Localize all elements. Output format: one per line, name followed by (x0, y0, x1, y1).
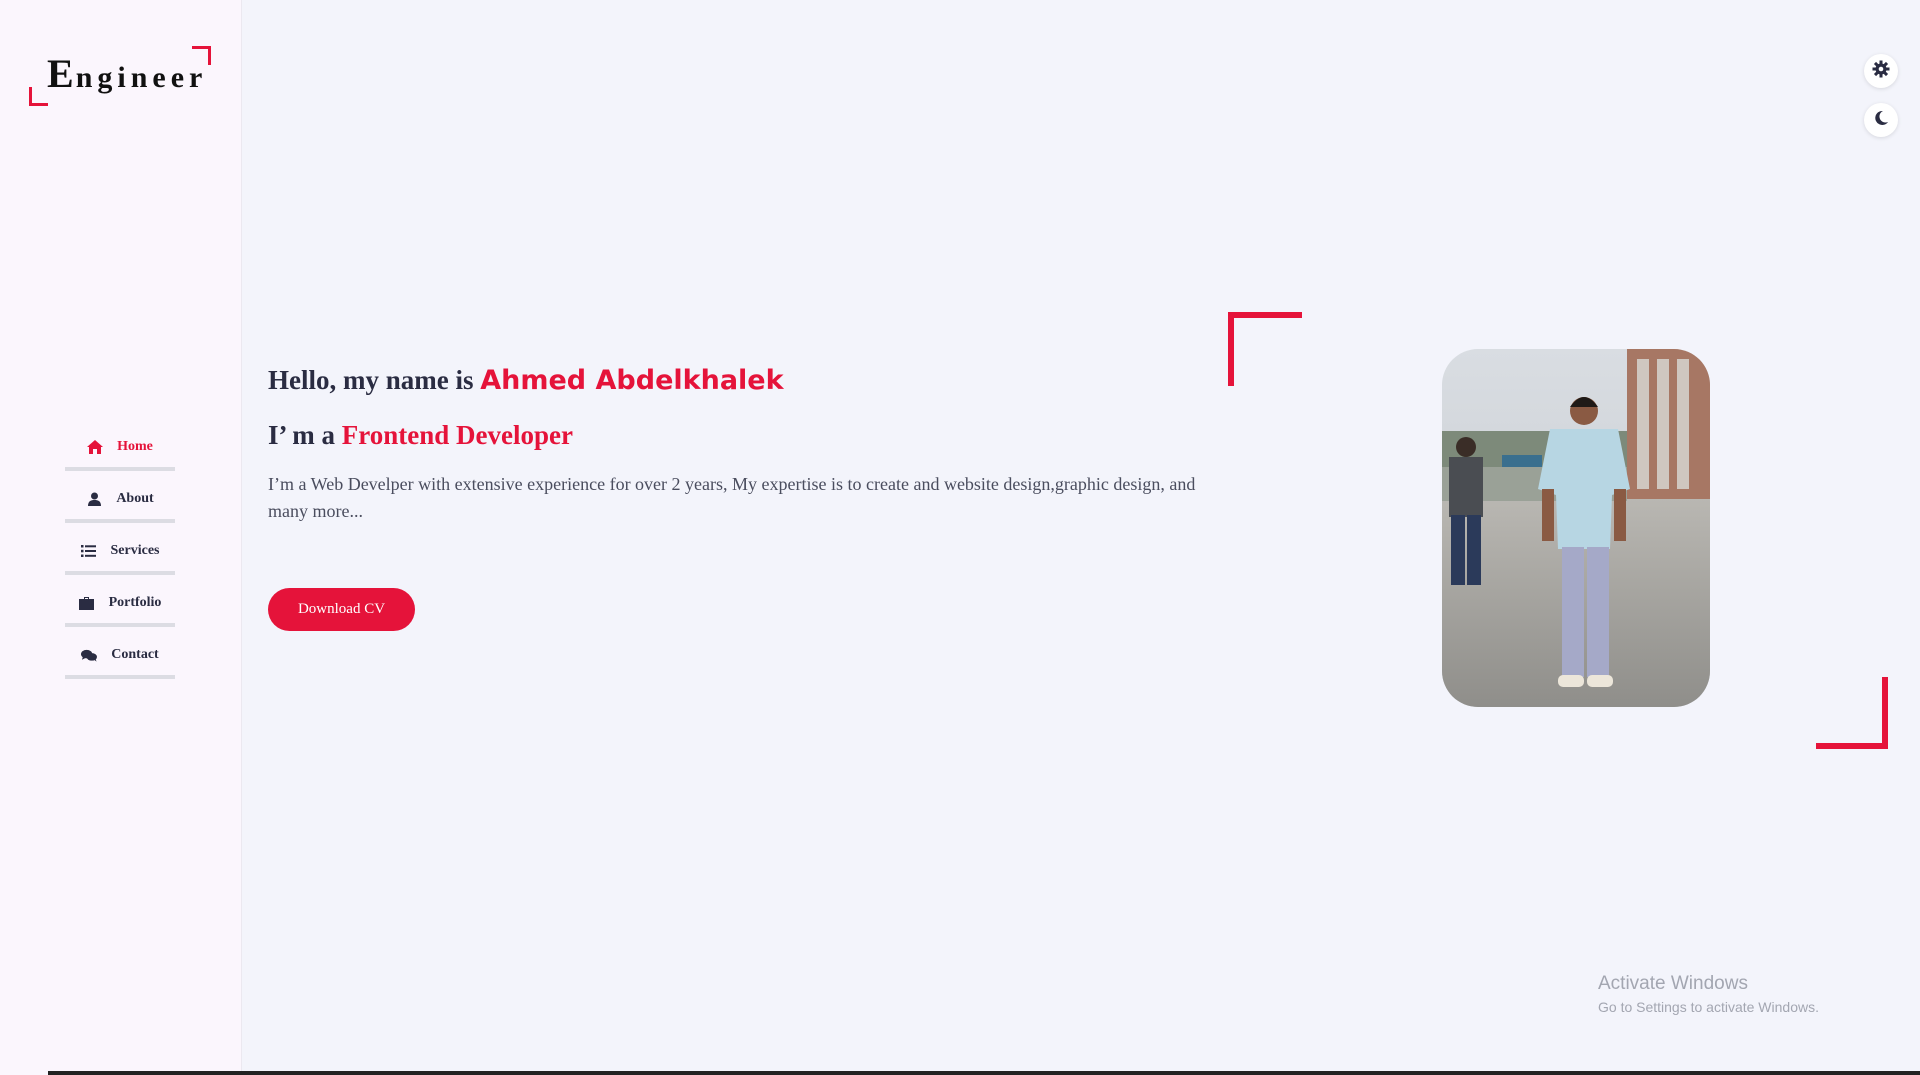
nav-item-portfolio[interactable]: Portfolio (65, 583, 175, 627)
hero-role: I’ m a Frontend Developer (268, 420, 573, 451)
profile-photo (1442, 349, 1710, 707)
decorative-corner-top-left (1228, 312, 1302, 386)
hero-name: Ahmed Abdelkhalek (480, 365, 784, 396)
main-nav: Home About Services Portfolio Contact (65, 427, 175, 687)
logo-text: Engineer (47, 51, 208, 96)
hero-description: I’m a Web Develper with extensive experi… (268, 474, 1196, 521)
greeting-prefix: Hello, my name is (268, 365, 474, 395)
logo-corner-bottom-left (29, 87, 48, 106)
list-icon (81, 543, 97, 559)
nav-item-label: Portfolio (108, 595, 162, 610)
download-cv-button[interactable]: Download CV (268, 588, 415, 631)
hero-greeting: Hello, my name is Ahmed Abdelkhalek (268, 365, 784, 396)
nav-item-label: Services (110, 543, 160, 558)
watermark-title: Activate Windows (1598, 973, 1748, 994)
logo[interactable]: Engineer (29, 46, 211, 106)
nav-item-contact[interactable]: Contact (65, 635, 175, 679)
nav-item-label: Contact (111, 647, 159, 662)
bottom-divider (48, 1071, 1920, 1075)
role-prefix: I’ m a (268, 420, 335, 450)
watermark-subtitle: Go to Settings to activate Windows. (1598, 999, 1819, 1015)
comments-icon (81, 647, 98, 663)
nav-item-about[interactable]: About (65, 479, 175, 523)
nav-item-services[interactable]: Services (65, 531, 175, 575)
moon-icon (1873, 110, 1889, 131)
decorative-corner-bottom-right (1816, 677, 1888, 749)
settings-button[interactable] (1864, 54, 1898, 88)
windows-activation-watermark: Activate Windows Go to Settings to activ… (1598, 973, 1819, 1015)
nav-item-home[interactable]: Home (65, 427, 175, 471)
role-title: Frontend Developer (341, 420, 573, 450)
nav-item-label: Home (117, 439, 153, 454)
theme-toggle-button[interactable] (1864, 103, 1898, 137)
gear-icon (1872, 60, 1890, 83)
nav-item-label: About (116, 491, 154, 506)
briefcase-icon (79, 595, 95, 611)
user-icon (86, 491, 102, 507)
home-icon (87, 439, 104, 455)
sidebar: Engineer Home About Services Portfolio C… (0, 0, 242, 1075)
